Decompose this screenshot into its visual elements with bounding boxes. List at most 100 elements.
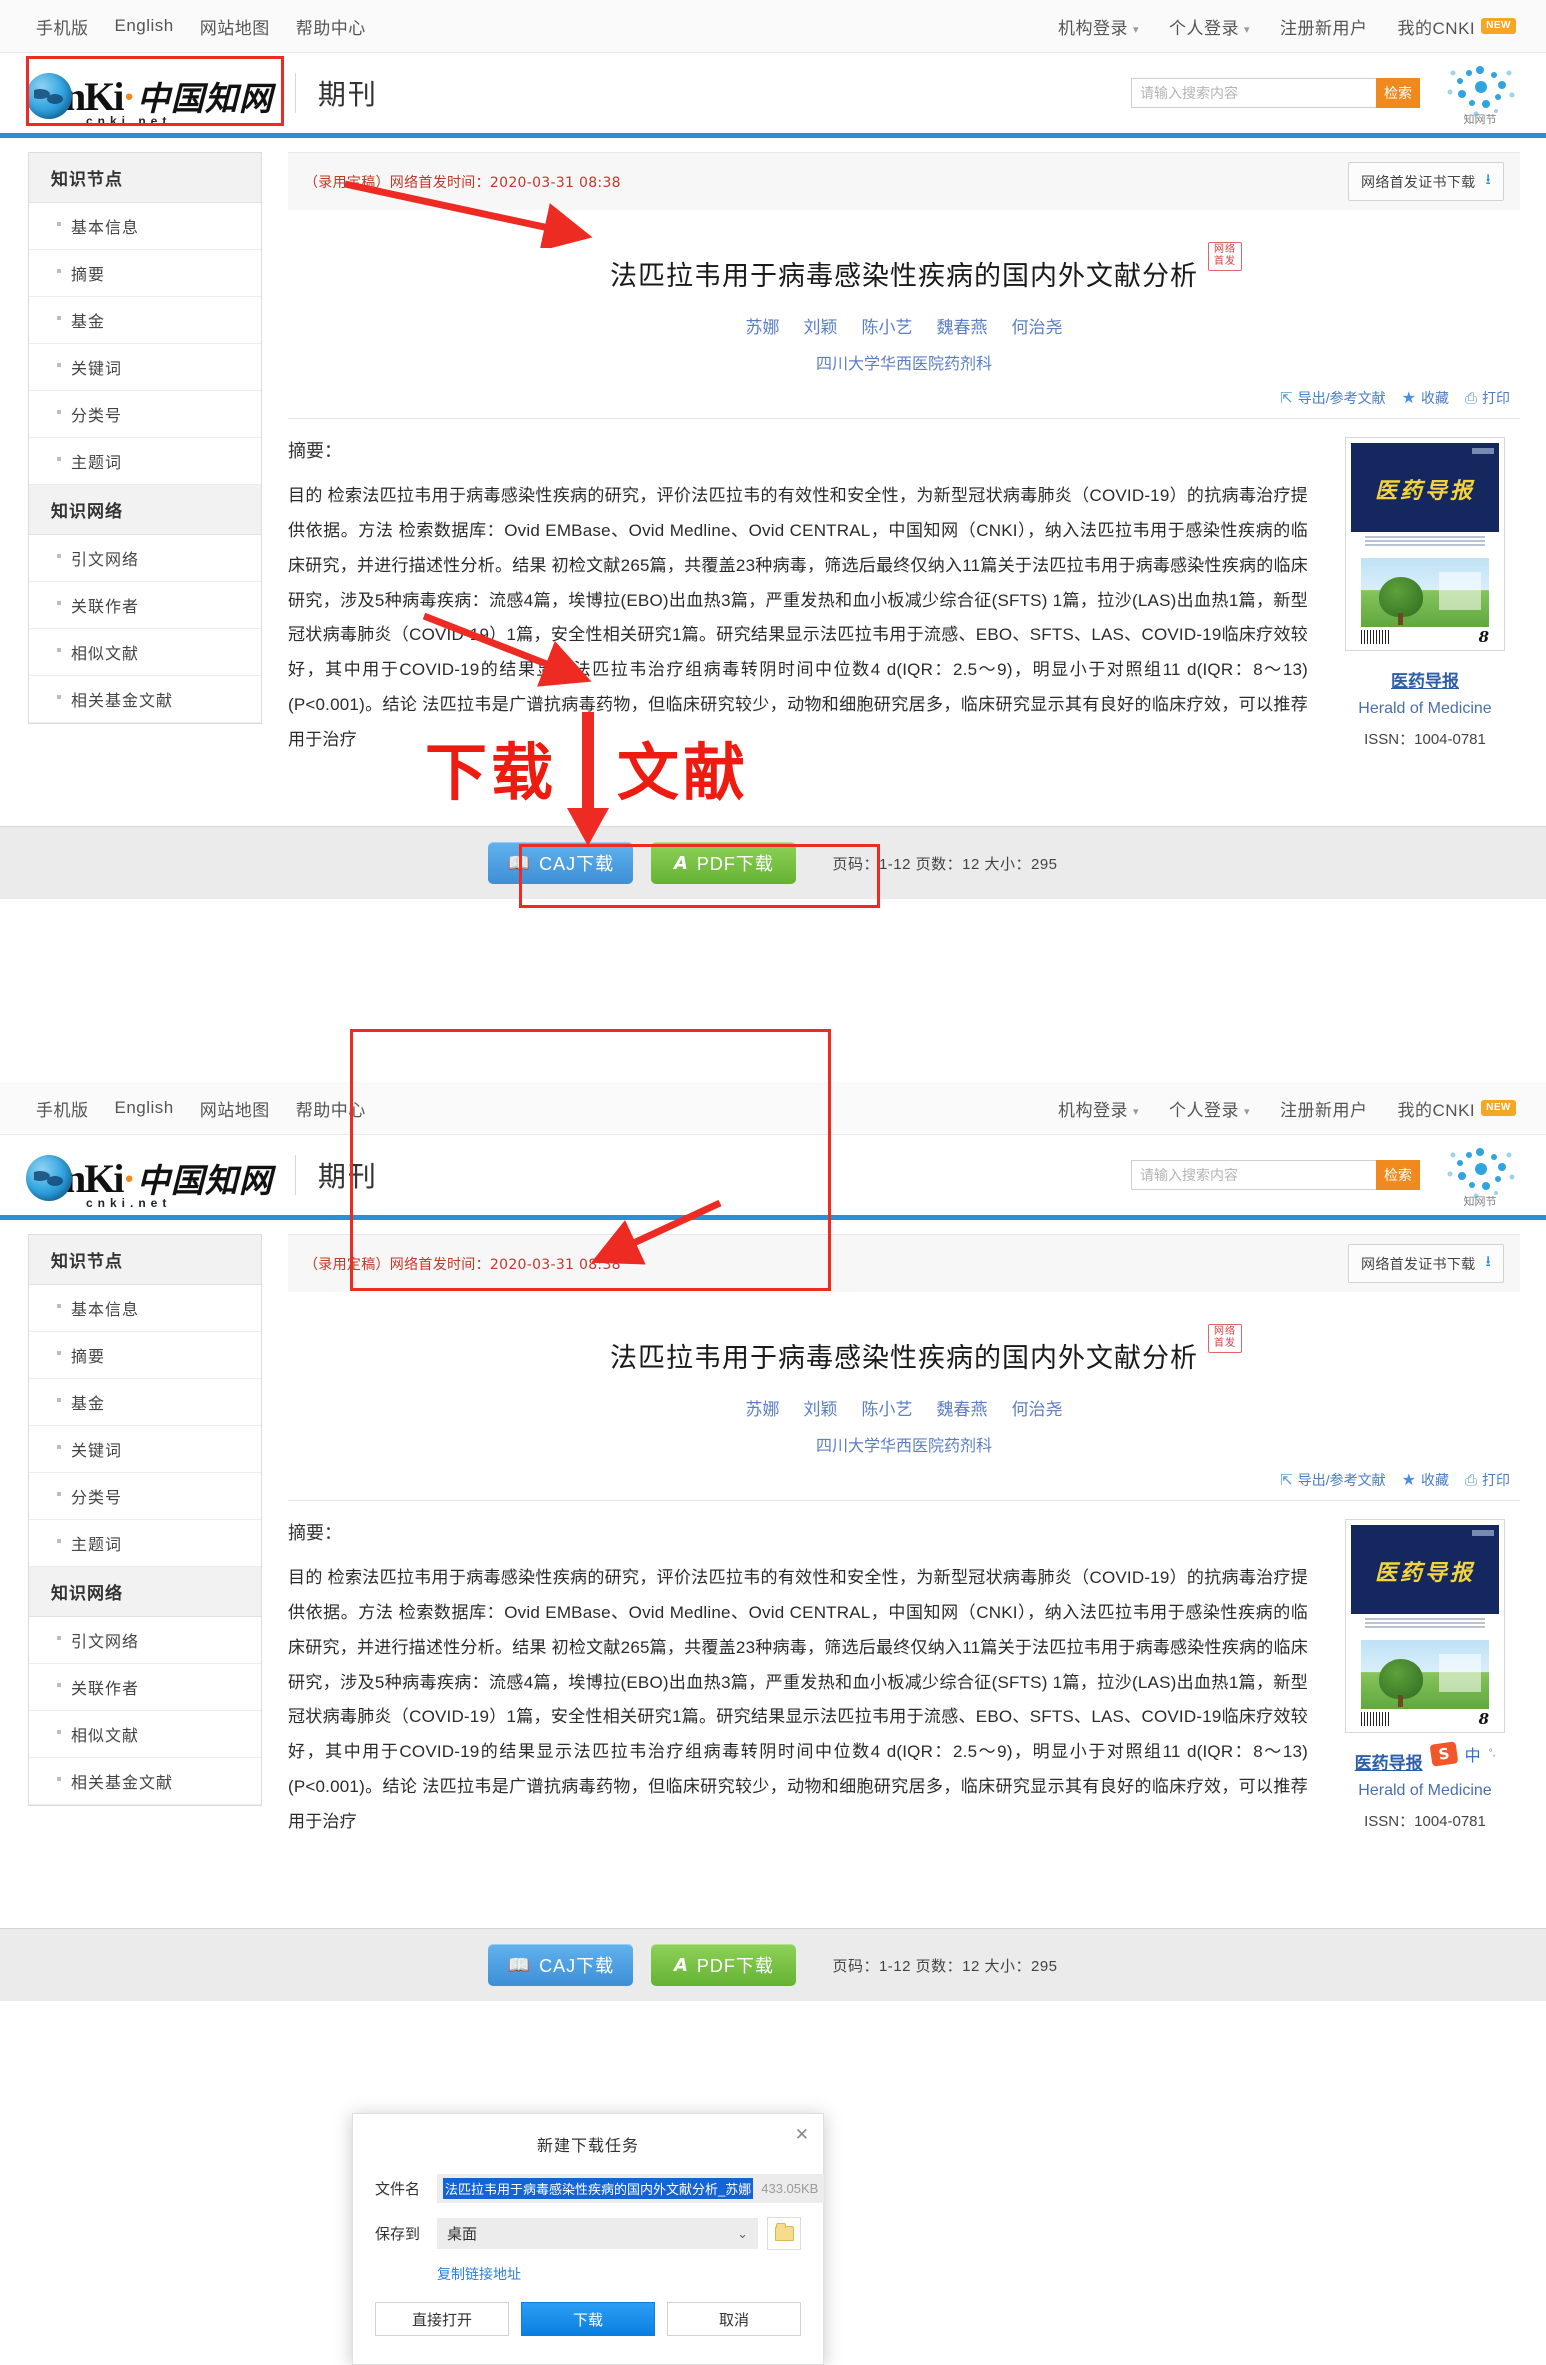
link-help-center-2[interactable]: 帮助中心 <box>296 1096 366 1121</box>
sidebar-item-abstract[interactable]: 摘要 <box>29 250 261 297</box>
sidebar-item-subject-terms-2[interactable]: 主题词 <box>29 1520 261 1567</box>
my-cnki-label: 我的CNKI <box>1397 18 1476 38</box>
export-reference-button[interactable]: ⇱ 导出/参考文献 <box>1280 388 1385 408</box>
favorite-button[interactable]: ★ 收藏 <box>1402 388 1449 408</box>
link-register-2[interactable]: 注册新用户 <box>1280 1096 1368 1121</box>
browse-folder-button[interactable] <box>767 2217 801 2250</box>
author-1[interactable]: 苏娜 <box>746 313 780 338</box>
new-download-task-dialog[interactable]: 新建下载任务 ✕ 文件名 法匹拉韦用于病毒感染性疾病的国内外文献分析_苏娜 43… <box>352 2113 825 2365</box>
cnki-wordmark: nKi· <box>64 73 136 120</box>
certificate-download-button-2[interactable]: 网络首发证书下载 ⭳ <box>1348 1244 1504 1283</box>
link-english[interactable]: English <box>115 16 174 36</box>
sidebar-item-keywords[interactable]: 关键词 <box>29 344 261 391</box>
sidebar-item-related-fund-literature[interactable]: 相关基金文献 <box>29 676 261 723</box>
sidebar-item-similar-literature-2[interactable]: 相似文献 <box>29 1711 261 1758</box>
zhiwang-festival-logo[interactable]: 知网节 <box>1440 61 1520 126</box>
link-personal-login-2[interactable]: 个人登录 ▾ <box>1169 1096 1250 1121</box>
author-5[interactable]: 何治尧 <box>1012 313 1063 338</box>
author-2-2[interactable]: 刘颖 <box>804 1395 838 1420</box>
filename-field[interactable]: 法匹拉韦用于病毒感染性疾病的国内外文献分析_苏娜 433.05KB <box>437 2174 825 2203</box>
journal-cover-2[interactable]: 医药导报 8 <box>1345 1519 1505 1733</box>
search-input-2[interactable] <box>1131 1160 1376 1190</box>
journal-name[interactable]: 医药导报 <box>1391 667 1459 692</box>
sidebar-item-similar-literature[interactable]: 相似文献 <box>29 629 261 676</box>
cnki-logo-2[interactable]: nKi· 中国知网 cnki.net <box>26 1144 273 1210</box>
print-button-2[interactable]: ⎙ 打印 <box>1465 1470 1510 1490</box>
link-institution-login-2[interactable]: 机构登录 ▾ <box>1058 1096 1139 1121</box>
barcode-icon <box>1361 629 1391 644</box>
link-sitemap-2[interactable]: 网站地图 <box>200 1096 270 1121</box>
download-button[interactable]: 下载 <box>521 2302 655 2336</box>
close-icon[interactable]: ✕ <box>795 2126 809 2143</box>
first-publish-badge: 网络 首发 <box>1208 242 1242 271</box>
sogou-punctuation-icon[interactable]: °, <box>1489 1748 1496 1759</box>
sidebar-item-keywords-2[interactable]: 关键词 <box>29 1426 261 1473</box>
sidebar-item-basic-info[interactable]: 基本信息 <box>29 203 261 250</box>
sidebar-item-related-authors[interactable]: 关联作者 <box>29 582 261 629</box>
article-body-2: 摘要： 目的 检索法匹拉韦用于病毒感染性疾病的研究，评价法匹拉韦的有效性和安全性… <box>288 1501 1520 1840</box>
link-mobile-2[interactable]: 手机版 <box>36 1096 89 1121</box>
book-icon: 📖 <box>507 1954 532 1975</box>
author-3-2[interactable]: 陈小艺 <box>862 1395 913 1420</box>
author-4-2[interactable]: 魏春燕 <box>937 1395 988 1420</box>
download-arrow-icon: ⭳ <box>1485 1252 1491 1270</box>
logo-divider <box>294 73 296 113</box>
link-register[interactable]: 注册新用户 <box>1280 14 1368 39</box>
sidebar-item-subject-terms[interactable]: 主题词 <box>29 438 261 485</box>
affiliation-2[interactable]: 四川大学华西医院药剂科 <box>288 1432 1520 1456</box>
export-reference-button-2[interactable]: ⇱ 导出/参考文献 <box>1280 1470 1385 1490</box>
sidebar-item-abstract-2[interactable]: 摘要 <box>29 1332 261 1379</box>
pdf-download-button[interactable]: 𝘼 PDF下载 <box>651 842 797 884</box>
sidebar-item-classification[interactable]: 分类号 <box>29 391 261 438</box>
author-2[interactable]: 刘颖 <box>804 313 838 338</box>
copy-link-button[interactable]: 复制链接地址 <box>437 2264 823 2284</box>
certificate-download-button[interactable]: 网络首发证书下载 ⭳ <box>1348 162 1504 201</box>
link-help-center[interactable]: 帮助中心 <box>296 14 366 39</box>
link-institution-login[interactable]: 机构登录 ▾ <box>1058 14 1139 39</box>
zhiwang-festival-logo-2[interactable]: 知网节 <box>1440 1143 1520 1208</box>
sidebar-item-related-fund-literature-2[interactable]: 相关基金文献 <box>29 1758 261 1805</box>
my-cnki-label-2: 我的CNKI <box>1397 1100 1476 1120</box>
saveto-select[interactable]: 桌面 ⌄ <box>437 2218 758 2249</box>
affiliation[interactable]: 四川大学华西医院药剂科 <box>288 350 1520 374</box>
author-5-2[interactable]: 何治尧 <box>1012 1395 1063 1420</box>
saveto-value: 桌面 <box>447 2226 478 2243</box>
search-button[interactable]: 检索 <box>1376 78 1420 108</box>
journal-cover[interactable]: 医药导报 8 <box>1345 437 1505 651</box>
print-button[interactable]: ⎙ 打印 <box>1465 388 1510 408</box>
link-my-cnki[interactable]: 我的CNKI NEW <box>1398 14 1516 39</box>
cnki-logo[interactable]: nKi· 中国知网 cnki.net <box>26 62 273 128</box>
link-english-2[interactable]: English <box>115 1098 174 1118</box>
search-input[interactable] <box>1131 78 1376 108</box>
caj-download-button[interactable]: 📖 CAJ下载 <box>488 842 634 884</box>
author-3[interactable]: 陈小艺 <box>862 313 913 338</box>
search-box-2: 检索 <box>1131 1160 1420 1190</box>
sidebar-item-fund-2[interactable]: 基金 <box>29 1379 261 1426</box>
author-1-2[interactable]: 苏娜 <box>746 1395 780 1420</box>
caj-download-button-2[interactable]: 📖 CAJ下载 <box>488 1944 634 1986</box>
sidebar-item-basic-info-2[interactable]: 基本信息 <box>29 1285 261 1332</box>
link-personal-login[interactable]: 个人登录 ▾ <box>1169 14 1250 39</box>
cover-issue-number: 8 <box>1478 627 1489 645</box>
sidebar-item-citation-network[interactable]: 引文网络 <box>29 535 261 582</box>
journal-issn: ISSN：1004-0781 <box>1364 731 1486 748</box>
abstract-text-2: 目的 检索法匹拉韦用于病毒感染性疾病的研究，评价法匹拉韦的有效性和安全性，为新型… <box>288 1568 1308 1831</box>
sidebar-item-fund[interactable]: 基金 <box>29 297 261 344</box>
sidebar-item-related-authors-2[interactable]: 关联作者 <box>29 1664 261 1711</box>
pdf-download-button-2[interactable]: 𝘼 PDF下载 <box>651 1944 797 1986</box>
search-button-2[interactable]: 检索 <box>1376 1160 1420 1190</box>
link-my-cnki-2[interactable]: 我的CNKI NEW <box>1398 1096 1516 1121</box>
open-directly-button[interactable]: 直接打开 <box>375 2302 509 2336</box>
sidebar-item-classification-2[interactable]: 分类号 <box>29 1473 261 1520</box>
link-sitemap[interactable]: 网站地图 <box>200 14 270 39</box>
cancel-button[interactable]: 取消 <box>667 2302 801 2336</box>
journal-name-2[interactable]: 医药导报 <box>1355 1749 1423 1774</box>
link-mobile[interactable]: 手机版 <box>36 14 89 39</box>
sidebar-item-citation-network-2[interactable]: 引文网络 <box>29 1617 261 1664</box>
sogou-input-indicator[interactable]: 中 <box>1465 1742 1481 1766</box>
sogou-icon[interactable]: S <box>1429 1740 1458 1767</box>
author-4[interactable]: 魏春燕 <box>937 313 988 338</box>
globe-icon <box>26 1155 72 1201</box>
journal-cover-art-2: 医药导报 8 <box>1351 1525 1499 1727</box>
favorite-button-2[interactable]: ★ 收藏 <box>1402 1470 1449 1490</box>
